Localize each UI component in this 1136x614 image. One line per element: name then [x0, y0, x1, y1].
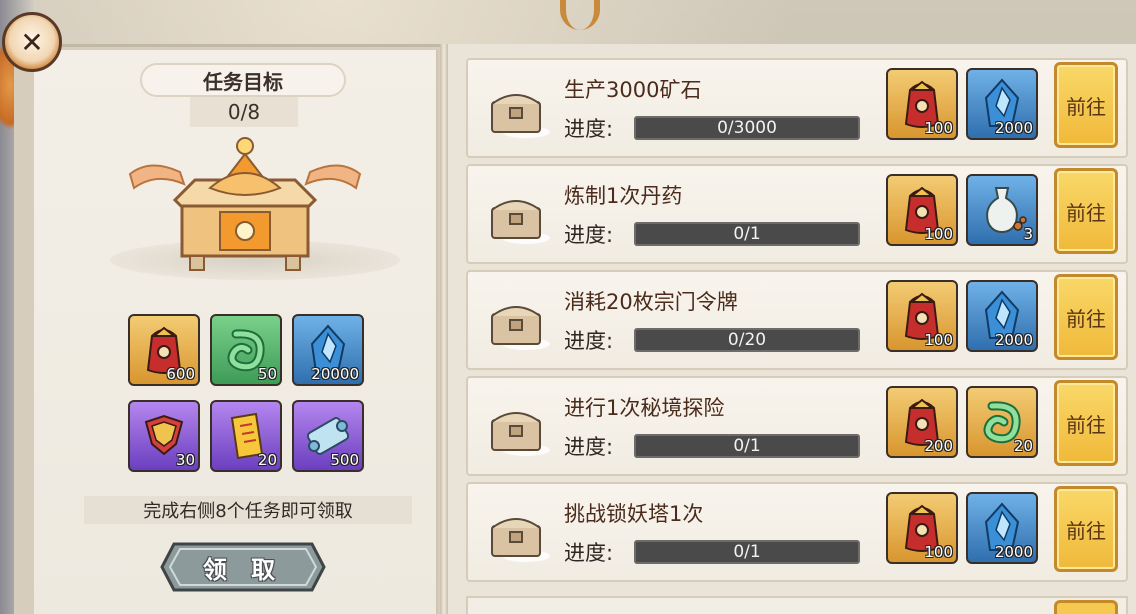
- claim-hint: 完成右侧8个任务即可领取: [84, 496, 412, 524]
- task-progress-text: 0/1: [733, 542, 761, 562]
- task-reward[interactable]: 2000: [966, 68, 1038, 140]
- task-progress-bar: 0/1: [634, 540, 860, 564]
- task-reward[interactable]: 100: [886, 174, 958, 246]
- go-button[interactable]: 前往: [1054, 62, 1118, 148]
- reward-qty: 500: [330, 451, 359, 469]
- task-title: 炼制1次丹药: [564, 184, 683, 208]
- task-row: 消耗20枚宗门令牌 进度: 0/20 100 2000 前往: [466, 270, 1128, 370]
- task-progress-label: 进度:: [564, 117, 614, 141]
- overall-progress: 0/8: [190, 97, 298, 127]
- task-reward[interactable]: 100: [886, 68, 958, 140]
- reward-qty: 30: [175, 451, 195, 469]
- task-progress-bar: 0/20: [634, 328, 860, 352]
- task-progress-text: 0/3000: [717, 118, 777, 138]
- task-row: 挑战锁妖塔1次 进度: 0/1 100 2000 前往: [466, 482, 1128, 582]
- reward-qty: 2000: [994, 119, 1033, 137]
- panel-title: 任务目标: [140, 63, 346, 97]
- task-progress-label: 进度:: [564, 541, 614, 565]
- reward-item[interactable]: 600: [128, 314, 200, 386]
- reward-qty: 20000: [311, 365, 359, 383]
- task-row: 生产3000矿石 进度: 0/3000 100 2000 前往: [466, 58, 1128, 158]
- task-reward[interactable]: 200: [886, 386, 958, 458]
- go-button[interactable]: 前往: [1054, 168, 1118, 254]
- task-reward[interactable]: 3: [966, 174, 1038, 246]
- task-reward[interactable]: 100: [886, 280, 958, 352]
- task-progress-label: 进度:: [564, 435, 614, 459]
- reward-item[interactable]: 500: [292, 400, 364, 472]
- task-reward[interactable]: 2000: [966, 280, 1038, 352]
- reward-qty: 20: [257, 451, 277, 469]
- task-title: 进行1次秘境探险: [564, 396, 725, 420]
- reward-qty: 2000: [994, 543, 1033, 561]
- task-chest-icon: [486, 400, 552, 458]
- go-button[interactable]: 前往: [1054, 486, 1118, 572]
- reward-qty: 20: [1013, 437, 1033, 455]
- task-progress-label: 进度:: [564, 223, 614, 247]
- task-row-partial: [466, 596, 1128, 614]
- task-progress-bar: 0/1: [634, 222, 860, 246]
- page-divider: [440, 44, 448, 614]
- task-progress-text: 0/1: [733, 224, 761, 244]
- reward-item[interactable]: 30: [128, 400, 200, 472]
- reward-qty: 100: [924, 225, 953, 243]
- task-progress-text: 0/1: [733, 436, 761, 456]
- claim-label: 领 取: [202, 555, 284, 584]
- task-chest-icon: [486, 188, 552, 246]
- reward-item[interactable]: 20000: [292, 314, 364, 386]
- task-progress-text: 0/20: [727, 330, 767, 350]
- task-title: 挑战锁妖塔1次: [564, 502, 704, 526]
- task-chest-icon: [486, 506, 552, 564]
- go-button[interactable]: 前往: [1054, 274, 1118, 360]
- task-reward[interactable]: 100: [886, 492, 958, 564]
- task-reward[interactable]: 20: [966, 386, 1038, 458]
- task-chest-icon: [486, 82, 552, 140]
- final-rewards: 600 50 20000 30 20 500: [128, 314, 364, 472]
- reward-qty: 100: [924, 543, 953, 561]
- claim-button[interactable]: 领 取: [160, 540, 326, 594]
- reward-qty: 600: [166, 365, 195, 383]
- go-button-partial[interactable]: [1054, 600, 1118, 614]
- grand-treasure-chest-icon: [120, 128, 370, 278]
- close-icon[interactable]: ✕: [2, 12, 62, 72]
- reward-qty: 3: [1023, 225, 1033, 243]
- task-title: 消耗20枚宗门令牌: [564, 290, 738, 314]
- task-progress-label: 进度:: [564, 329, 614, 353]
- go-button[interactable]: 前往: [1054, 380, 1118, 466]
- reward-qty: 100: [924, 119, 953, 137]
- task-row: 炼制1次丹药 进度: 0/1 100 3 前往: [466, 164, 1128, 264]
- task-reward[interactable]: 2000: [966, 492, 1038, 564]
- reward-qty: 2000: [994, 331, 1033, 349]
- task-progress-bar: 0/1: [634, 434, 860, 458]
- reward-qty: 50: [257, 365, 277, 383]
- reward-item[interactable]: 20: [210, 400, 282, 472]
- task-progress-bar: 0/3000: [634, 116, 860, 140]
- task-row: 进行1次秘境探险 进度: 0/1 200 20 前往: [466, 376, 1128, 476]
- task-chest-icon: [486, 294, 552, 352]
- reward-item[interactable]: 50: [210, 314, 282, 386]
- reward-qty: 200: [924, 437, 953, 455]
- reward-qty: 100: [924, 331, 953, 349]
- task-title: 生产3000矿石: [564, 78, 702, 102]
